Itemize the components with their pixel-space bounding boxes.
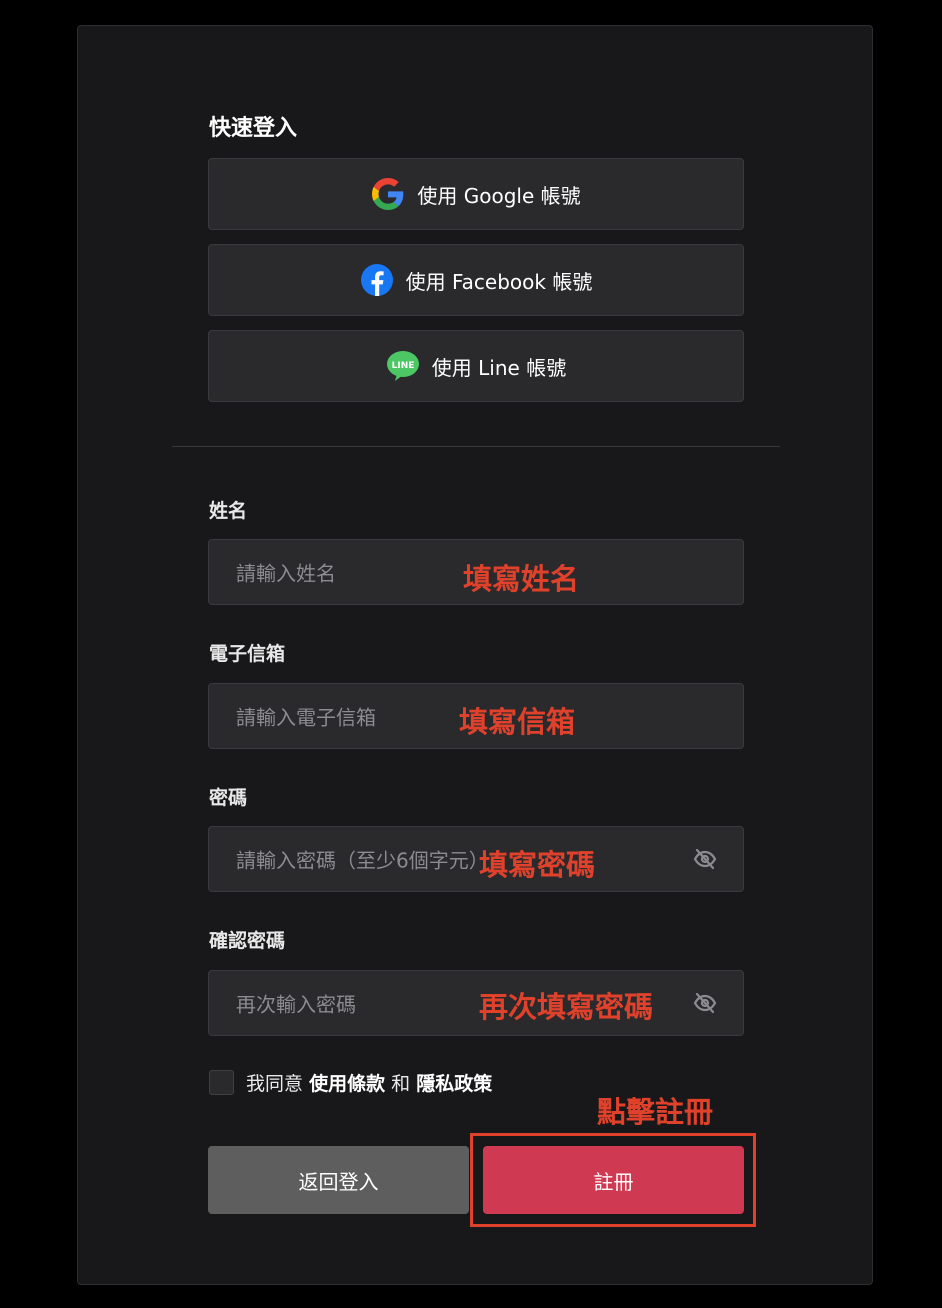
email-placeholder: 請輸入電子信箱: [236, 705, 376, 730]
confirm-password-input[interactable]: 再次輸入密碼: [208, 970, 744, 1036]
password-label: 密碼: [209, 787, 248, 809]
terms-link[interactable]: 使用條款: [309, 1073, 385, 1095]
quick-login-title: 快速登入: [209, 116, 298, 141]
annotation-email: 填寫信箱: [459, 705, 576, 739]
register-card: 快速登入 使用 Google 帳號 使用 Facebook 帳號 LINE 使用…: [77, 25, 873, 1285]
register-highlight-box: [470, 1133, 756, 1227]
eye-off-icon[interactable]: [693, 991, 717, 1015]
google-login-label: 使用 Google 帳號: [417, 183, 581, 208]
google-login-button[interactable]: 使用 Google 帳號: [208, 158, 744, 230]
divider: [172, 446, 780, 447]
name-placeholder: 請輸入姓名: [236, 561, 336, 586]
facebook-login-button[interactable]: 使用 Facebook 帳號: [208, 244, 744, 316]
password-input[interactable]: 請輸入密碼（至少6個字元）: [208, 826, 744, 892]
annotation-name: 填寫姓名: [463, 562, 580, 596]
annotation-password: 填寫密碼: [479, 848, 596, 882]
facebook-login-label: 使用 Facebook 帳號: [405, 269, 593, 294]
email-label: 電子信箱: [209, 643, 286, 665]
confirm-password-label: 確認密碼: [209, 930, 286, 952]
agree-prefix: 我同意: [246, 1073, 304, 1095]
line-login-label: 使用 Line 帳號: [431, 355, 567, 380]
and-text: 和: [391, 1073, 411, 1095]
line-login-button[interactable]: LINE 使用 Line 帳號: [208, 330, 744, 402]
confirm-password-placeholder: 再次輸入密碼: [236, 992, 356, 1017]
privacy-link[interactable]: 隱私政策: [416, 1073, 492, 1095]
annotation-register: 點擊註冊: [597, 1095, 714, 1129]
back-to-login-button[interactable]: 返回登入: [208, 1146, 469, 1214]
google-icon: [371, 177, 405, 211]
eye-off-icon[interactable]: [693, 847, 717, 871]
svg-text:LINE: LINE: [391, 361, 414, 371]
facebook-icon: [360, 263, 394, 297]
name-label: 姓名: [209, 500, 248, 522]
annotation-confirm-password: 再次填寫密碼: [479, 990, 654, 1024]
line-icon: LINE: [386, 349, 420, 383]
password-placeholder: 請輸入密碼（至少6個字元）: [236, 848, 489, 873]
agree-text: 我同意 使用條款 和 隱私政策: [246, 1069, 492, 1096]
agree-checkbox[interactable]: [209, 1070, 234, 1095]
